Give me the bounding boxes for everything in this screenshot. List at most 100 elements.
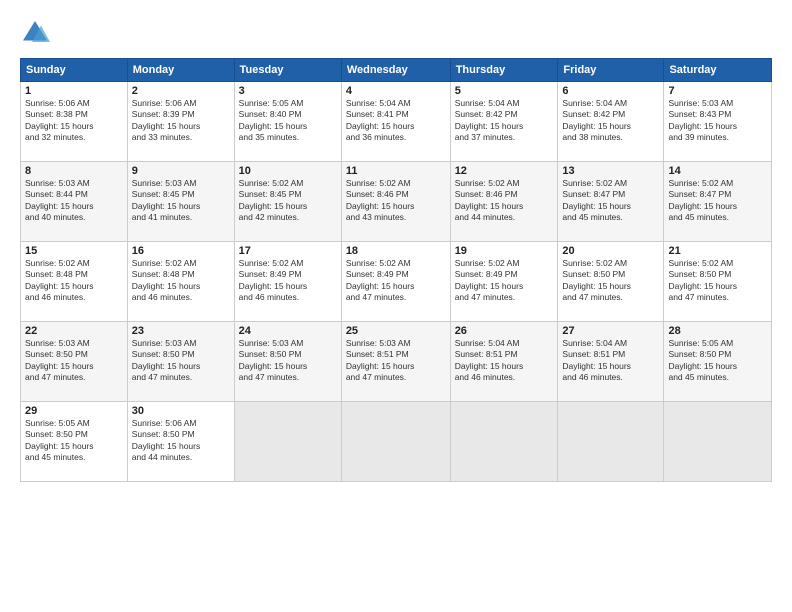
week-row: 15Sunrise: 5:02 AM Sunset: 8:48 PM Dayli… xyxy=(21,242,772,322)
day-info: Sunrise: 5:03 AM Sunset: 8:50 PM Dayligh… xyxy=(25,338,123,384)
day-cell: 12Sunrise: 5:02 AM Sunset: 8:46 PM Dayli… xyxy=(450,162,558,242)
day-info: Sunrise: 5:05 AM Sunset: 8:50 PM Dayligh… xyxy=(668,338,767,384)
week-row: 22Sunrise: 5:03 AM Sunset: 8:50 PM Dayli… xyxy=(21,322,772,402)
day-cell: 2Sunrise: 5:06 AM Sunset: 8:39 PM Daylig… xyxy=(127,82,234,162)
day-info: Sunrise: 5:04 AM Sunset: 8:51 PM Dayligh… xyxy=(455,338,554,384)
day-cell: 29Sunrise: 5:05 AM Sunset: 8:50 PM Dayli… xyxy=(21,402,128,482)
day-info: Sunrise: 5:06 AM Sunset: 8:50 PM Dayligh… xyxy=(132,418,230,464)
day-cell: 9Sunrise: 5:03 AM Sunset: 8:45 PM Daylig… xyxy=(127,162,234,242)
day-info: Sunrise: 5:02 AM Sunset: 8:47 PM Dayligh… xyxy=(562,178,659,224)
day-cell: 14Sunrise: 5:02 AM Sunset: 8:47 PM Dayli… xyxy=(664,162,772,242)
day-number: 28 xyxy=(668,325,767,337)
day-number: 24 xyxy=(239,325,337,337)
day-cell xyxy=(234,402,341,482)
day-number: 13 xyxy=(562,165,659,177)
day-info: Sunrise: 5:02 AM Sunset: 8:45 PM Dayligh… xyxy=(239,178,337,224)
header-day: Saturday xyxy=(664,59,772,82)
day-cell xyxy=(664,402,772,482)
day-info: Sunrise: 5:03 AM Sunset: 8:50 PM Dayligh… xyxy=(239,338,337,384)
day-info: Sunrise: 5:04 AM Sunset: 8:42 PM Dayligh… xyxy=(562,98,659,144)
day-cell xyxy=(341,402,450,482)
day-number: 8 xyxy=(25,165,123,177)
day-number: 21 xyxy=(668,245,767,257)
day-cell: 16Sunrise: 5:02 AM Sunset: 8:48 PM Dayli… xyxy=(127,242,234,322)
day-number: 6 xyxy=(562,85,659,97)
day-cell: 7Sunrise: 5:03 AM Sunset: 8:43 PM Daylig… xyxy=(664,82,772,162)
day-cell: 22Sunrise: 5:03 AM Sunset: 8:50 PM Dayli… xyxy=(21,322,128,402)
day-info: Sunrise: 5:02 AM Sunset: 8:50 PM Dayligh… xyxy=(562,258,659,304)
day-info: Sunrise: 5:02 AM Sunset: 8:48 PM Dayligh… xyxy=(132,258,230,304)
day-info: Sunrise: 5:02 AM Sunset: 8:46 PM Dayligh… xyxy=(346,178,446,224)
header-day: Wednesday xyxy=(341,59,450,82)
day-cell: 10Sunrise: 5:02 AM Sunset: 8:45 PM Dayli… xyxy=(234,162,341,242)
day-number: 25 xyxy=(346,325,446,337)
day-number: 23 xyxy=(132,325,230,337)
day-cell: 23Sunrise: 5:03 AM Sunset: 8:50 PM Dayli… xyxy=(127,322,234,402)
header-day: Tuesday xyxy=(234,59,341,82)
day-number: 12 xyxy=(455,165,554,177)
day-info: Sunrise: 5:03 AM Sunset: 8:45 PM Dayligh… xyxy=(132,178,230,224)
header xyxy=(20,18,772,48)
day-cell: 11Sunrise: 5:02 AM Sunset: 8:46 PM Dayli… xyxy=(341,162,450,242)
day-info: Sunrise: 5:03 AM Sunset: 8:50 PM Dayligh… xyxy=(132,338,230,384)
day-info: Sunrise: 5:06 AM Sunset: 8:38 PM Dayligh… xyxy=(25,98,123,144)
day-cell: 3Sunrise: 5:05 AM Sunset: 8:40 PM Daylig… xyxy=(234,82,341,162)
day-info: Sunrise: 5:02 AM Sunset: 8:50 PM Dayligh… xyxy=(668,258,767,304)
day-info: Sunrise: 5:05 AM Sunset: 8:40 PM Dayligh… xyxy=(239,98,337,144)
day-number: 29 xyxy=(25,405,123,417)
day-cell: 28Sunrise: 5:05 AM Sunset: 8:50 PM Dayli… xyxy=(664,322,772,402)
day-number: 18 xyxy=(346,245,446,257)
day-number: 30 xyxy=(132,405,230,417)
header-day: Monday xyxy=(127,59,234,82)
day-cell: 18Sunrise: 5:02 AM Sunset: 8:49 PM Dayli… xyxy=(341,242,450,322)
day-cell: 25Sunrise: 5:03 AM Sunset: 8:51 PM Dayli… xyxy=(341,322,450,402)
day-number: 27 xyxy=(562,325,659,337)
day-cell: 19Sunrise: 5:02 AM Sunset: 8:49 PM Dayli… xyxy=(450,242,558,322)
day-number: 2 xyxy=(132,85,230,97)
day-info: Sunrise: 5:02 AM Sunset: 8:48 PM Dayligh… xyxy=(25,258,123,304)
calendar-body: 1Sunrise: 5:06 AM Sunset: 8:38 PM Daylig… xyxy=(21,82,772,482)
day-cell: 21Sunrise: 5:02 AM Sunset: 8:50 PM Dayli… xyxy=(664,242,772,322)
day-info: Sunrise: 5:02 AM Sunset: 8:46 PM Dayligh… xyxy=(455,178,554,224)
header-day: Friday xyxy=(558,59,664,82)
week-row: 8Sunrise: 5:03 AM Sunset: 8:44 PM Daylig… xyxy=(21,162,772,242)
day-cell: 26Sunrise: 5:04 AM Sunset: 8:51 PM Dayli… xyxy=(450,322,558,402)
day-number: 7 xyxy=(668,85,767,97)
week-row: 29Sunrise: 5:05 AM Sunset: 8:50 PM Dayli… xyxy=(21,402,772,482)
day-cell xyxy=(558,402,664,482)
week-row: 1Sunrise: 5:06 AM Sunset: 8:38 PM Daylig… xyxy=(21,82,772,162)
header-day: Thursday xyxy=(450,59,558,82)
day-number: 16 xyxy=(132,245,230,257)
day-info: Sunrise: 5:04 AM Sunset: 8:41 PM Dayligh… xyxy=(346,98,446,144)
day-info: Sunrise: 5:02 AM Sunset: 8:49 PM Dayligh… xyxy=(346,258,446,304)
day-info: Sunrise: 5:02 AM Sunset: 8:47 PM Dayligh… xyxy=(668,178,767,224)
day-number: 1 xyxy=(25,85,123,97)
day-info: Sunrise: 5:03 AM Sunset: 8:44 PM Dayligh… xyxy=(25,178,123,224)
day-number: 11 xyxy=(346,165,446,177)
day-info: Sunrise: 5:04 AM Sunset: 8:42 PM Dayligh… xyxy=(455,98,554,144)
day-cell: 13Sunrise: 5:02 AM Sunset: 8:47 PM Dayli… xyxy=(558,162,664,242)
day-cell: 5Sunrise: 5:04 AM Sunset: 8:42 PM Daylig… xyxy=(450,82,558,162)
day-cell: 4Sunrise: 5:04 AM Sunset: 8:41 PM Daylig… xyxy=(341,82,450,162)
day-number: 9 xyxy=(132,165,230,177)
day-cell: 27Sunrise: 5:04 AM Sunset: 8:51 PM Dayli… xyxy=(558,322,664,402)
day-number: 26 xyxy=(455,325,554,337)
day-number: 19 xyxy=(455,245,554,257)
logo xyxy=(20,18,54,48)
day-number: 20 xyxy=(562,245,659,257)
day-number: 22 xyxy=(25,325,123,337)
day-number: 4 xyxy=(346,85,446,97)
day-number: 3 xyxy=(239,85,337,97)
day-info: Sunrise: 5:06 AM Sunset: 8:39 PM Dayligh… xyxy=(132,98,230,144)
calendar-table: SundayMondayTuesdayWednesdayThursdayFrid… xyxy=(20,58,772,482)
day-number: 17 xyxy=(239,245,337,257)
day-cell: 6Sunrise: 5:04 AM Sunset: 8:42 PM Daylig… xyxy=(558,82,664,162)
day-cell: 8Sunrise: 5:03 AM Sunset: 8:44 PM Daylig… xyxy=(21,162,128,242)
day-info: Sunrise: 5:04 AM Sunset: 8:51 PM Dayligh… xyxy=(562,338,659,384)
day-cell: 30Sunrise: 5:06 AM Sunset: 8:50 PM Dayli… xyxy=(127,402,234,482)
logo-icon xyxy=(20,18,50,48)
day-number: 14 xyxy=(668,165,767,177)
day-cell: 17Sunrise: 5:02 AM Sunset: 8:49 PM Dayli… xyxy=(234,242,341,322)
day-info: Sunrise: 5:02 AM Sunset: 8:49 PM Dayligh… xyxy=(239,258,337,304)
day-info: Sunrise: 5:02 AM Sunset: 8:49 PM Dayligh… xyxy=(455,258,554,304)
